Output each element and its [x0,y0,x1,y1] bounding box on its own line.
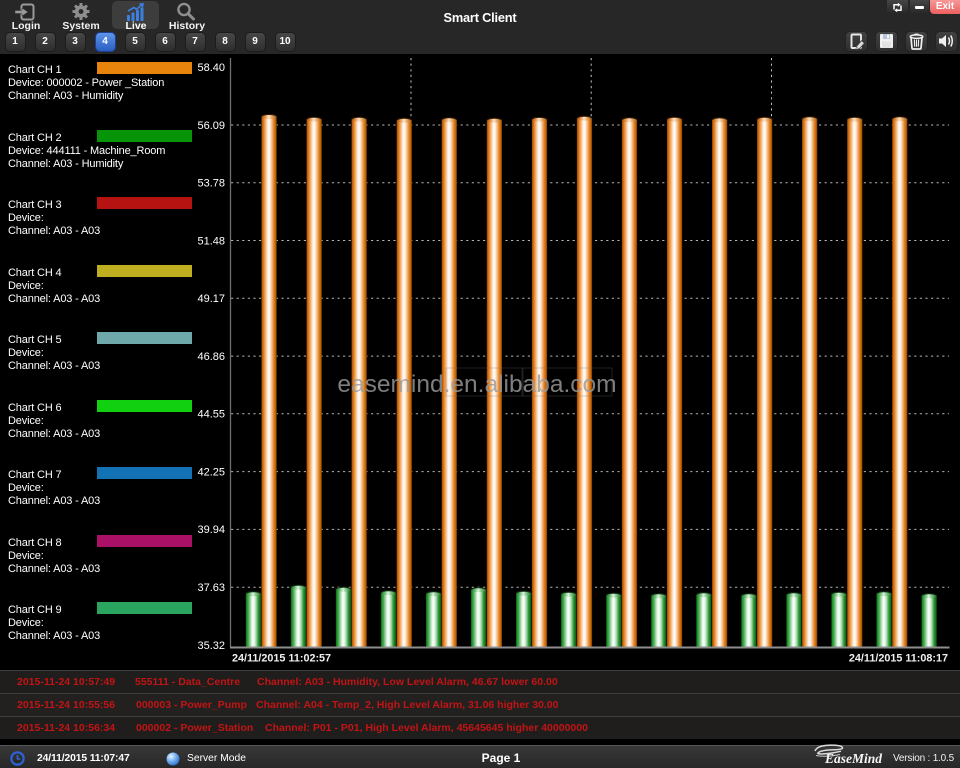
svg-text:easemind.en.alibaba.com: easemind.en.alibaba.com [337,371,616,398]
svg-text:58.40: 58.40 [197,62,225,74]
svg-text:37.63: 37.63 [197,582,225,594]
svg-text:39.94: 39.94 [197,524,225,536]
svg-text:EaseMind: EaseMind [824,751,882,766]
svg-text:24/11/2015 11:02:57: 24/11/2015 11:02:57 [232,653,331,665]
svg-text:56.09: 56.09 [197,120,225,132]
svg-text:24/11/2015 11:08:17: 24/11/2015 11:08:17 [849,653,948,665]
svg-text:49.17: 49.17 [197,293,225,305]
svg-text:46.86: 46.86 [197,351,225,363]
svg-text:44.55: 44.55 [197,409,225,421]
svg-text:35.32: 35.32 [197,640,225,652]
svg-text:42.25: 42.25 [197,466,225,478]
svg-text:51.48: 51.48 [197,235,225,247]
svg-text:53.78: 53.78 [197,178,225,190]
